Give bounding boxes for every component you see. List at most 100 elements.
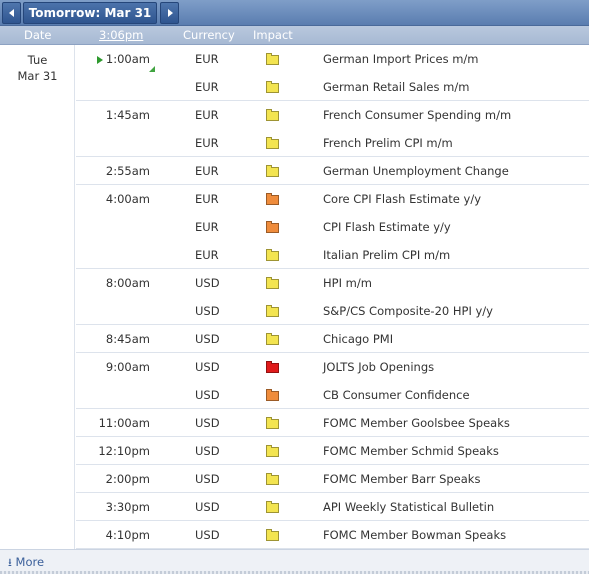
event-time: 8:00am xyxy=(105,276,150,290)
event-time: 8:45am xyxy=(105,332,150,346)
impact-folder-icon[interactable] xyxy=(266,445,279,457)
event-currency: EUR xyxy=(195,80,219,94)
impact-folder-icon[interactable] xyxy=(266,305,279,317)
event-title[interactable]: German Import Prices m/m xyxy=(323,45,479,73)
event-row[interactable]: 2:00pm USD FOMC Member Barr Speaks xyxy=(76,465,589,493)
event-row[interactable]: 8:00am USD HPI m/m xyxy=(76,269,589,297)
impact-folder-icon[interactable] xyxy=(266,109,279,121)
impact-folder-icon[interactable] xyxy=(266,193,279,205)
event-currency: EUR xyxy=(195,52,219,66)
event-currency: EUR xyxy=(195,192,219,206)
impact-folder-icon[interactable] xyxy=(266,389,279,401)
event-title[interactable]: French Consumer Spending m/m xyxy=(323,101,511,129)
impact-column-header: Impact xyxy=(253,28,293,42)
impact-folder-icon[interactable] xyxy=(266,473,279,485)
event-currency: EUR xyxy=(195,108,219,122)
event-row[interactable]: USD S&P/CS Composite-20 HPI y/y xyxy=(76,297,589,325)
event-title[interactable]: CB Consumer Confidence xyxy=(323,381,470,409)
event-row[interactable]: 2:55am EUR German Unemployment Change xyxy=(76,157,589,185)
impact-folder-icon[interactable] xyxy=(266,249,279,261)
event-title[interactable]: Chicago PMI xyxy=(323,325,393,353)
event-time: 4:10pm xyxy=(105,528,150,542)
event-title[interactable]: German Unemployment Change xyxy=(323,157,509,185)
event-title[interactable]: JOLTS Job Openings xyxy=(323,353,434,381)
impact-folder-icon[interactable] xyxy=(266,501,279,513)
event-row[interactable]: USD CB Consumer Confidence xyxy=(76,381,589,409)
event-title[interactable]: FOMC Member Goolsbee Speaks xyxy=(323,409,510,437)
triangle-left-icon xyxy=(9,9,14,17)
event-row[interactable]: EUR Italian Prelim CPI m/m xyxy=(76,241,589,269)
event-currency: EUR xyxy=(195,248,219,262)
impact-folder-icon[interactable] xyxy=(266,333,279,345)
event-row[interactable]: EUR CPI Flash Estimate y/y xyxy=(76,213,589,241)
impact-folder-icon[interactable] xyxy=(266,221,279,233)
impact-folder-icon[interactable] xyxy=(266,529,279,541)
event-row[interactable]: 1:00am EUR German Import Prices m/m xyxy=(76,45,589,73)
event-currency: EUR xyxy=(195,164,219,178)
column-header: Date 3:06pm Currency Impact xyxy=(0,26,589,72)
event-row[interactable]: 12:10pm USD FOMC Member Schmid Speaks xyxy=(76,437,589,465)
impact-folder-icon[interactable] xyxy=(266,81,279,93)
event-time: 12:10pm xyxy=(98,444,150,458)
event-row[interactable]: EUR German Retail Sales m/m xyxy=(76,73,589,101)
event-title[interactable]: S&P/CS Composite-20 HPI y/y xyxy=(323,297,493,325)
calendar-footer: ⭳ More xyxy=(0,549,589,571)
impact-folder-icon[interactable] xyxy=(266,277,279,289)
event-title[interactable]: API Weekly Statistical Bulletin xyxy=(323,493,494,521)
event-title[interactable]: FOMC Member Bowman Speaks xyxy=(323,521,506,549)
event-time: 1:45am xyxy=(105,108,150,122)
more-label: More xyxy=(15,555,45,569)
impact-folder-icon[interactable] xyxy=(266,53,279,65)
event-title[interactable]: French Prelim CPI m/m xyxy=(323,129,453,157)
event-time: 11:00am xyxy=(98,416,150,430)
event-time: 2:00pm xyxy=(105,472,150,486)
impact-folder-icon[interactable] xyxy=(266,137,279,149)
previous-day-button[interactable] xyxy=(2,2,21,24)
event-currency: USD xyxy=(195,388,220,402)
event-currency: USD xyxy=(195,472,220,486)
event-time: 4:00am xyxy=(105,192,150,206)
event-time: 9:00am xyxy=(105,360,150,374)
event-currency: USD xyxy=(195,416,220,430)
event-list: 1:00am EUR German Import Prices m/m EUR Germ… xyxy=(76,45,589,549)
event-currency: USD xyxy=(195,528,220,542)
impact-folder-icon[interactable] xyxy=(266,417,279,429)
event-time: 1:00am xyxy=(105,52,150,66)
event-title[interactable]: HPI m/m xyxy=(323,269,372,297)
event-title[interactable]: Italian Prelim CPI m/m xyxy=(323,241,450,269)
event-row[interactable]: 3:30pm USD API Weekly Statistical Bulletin xyxy=(76,493,589,521)
next-day-button[interactable] xyxy=(160,2,179,24)
date-column-header: Date xyxy=(24,28,52,42)
date-cell: Tue Mar 31 xyxy=(0,45,75,549)
triangle-right-icon xyxy=(168,9,173,17)
event-title[interactable]: Core CPI Flash Estimate y/y xyxy=(323,185,481,213)
event-currency: USD xyxy=(195,444,220,458)
event-title[interactable]: FOMC Member Barr Speaks xyxy=(323,465,480,493)
event-title[interactable]: German Retail Sales m/m xyxy=(323,73,469,101)
event-title[interactable]: FOMC Member Schmid Speaks xyxy=(323,437,499,465)
impact-folder-icon[interactable] xyxy=(266,165,279,177)
impact-folder-icon[interactable] xyxy=(266,361,279,373)
event-row[interactable]: 11:00am USD FOMC Member Goolsbee Speaks xyxy=(76,409,589,437)
event-row[interactable]: 4:10pm USD FOMC Member Bowman Speaks xyxy=(76,521,589,549)
current-date-tab[interactable]: Tomorrow: Mar 31 xyxy=(23,2,157,24)
event-row[interactable]: EUR French Prelim CPI m/m xyxy=(76,129,589,157)
event-title[interactable]: CPI Flash Estimate y/y xyxy=(323,213,451,241)
weekday-label: Tue xyxy=(27,53,48,67)
event-currency: USD xyxy=(195,500,220,514)
event-row[interactable]: 4:00am EUR Core CPI Flash Estimate y/y xyxy=(76,185,589,213)
month-day-label: Mar 31 xyxy=(17,69,58,83)
current-time-link[interactable]: 3:06pm xyxy=(99,26,143,44)
event-time: 3:30pm xyxy=(105,500,150,514)
event-time: 2:55am xyxy=(105,164,150,178)
event-row[interactable]: 8:45am USD Chicago PMI xyxy=(76,325,589,353)
event-currency: EUR xyxy=(195,136,219,150)
calendar-navigation-bar: Tomorrow: Mar 31 xyxy=(0,0,589,26)
event-row[interactable]: 9:00am USD JOLTS Job Openings xyxy=(76,353,589,381)
event-currency: USD xyxy=(195,304,220,318)
event-currency: USD xyxy=(195,276,220,290)
event-currency: USD xyxy=(195,332,220,346)
currency-column-header: Currency xyxy=(183,28,235,42)
event-currency: EUR xyxy=(195,220,219,234)
event-row[interactable]: 1:45am EUR French Consumer Spending m/m xyxy=(76,101,589,129)
